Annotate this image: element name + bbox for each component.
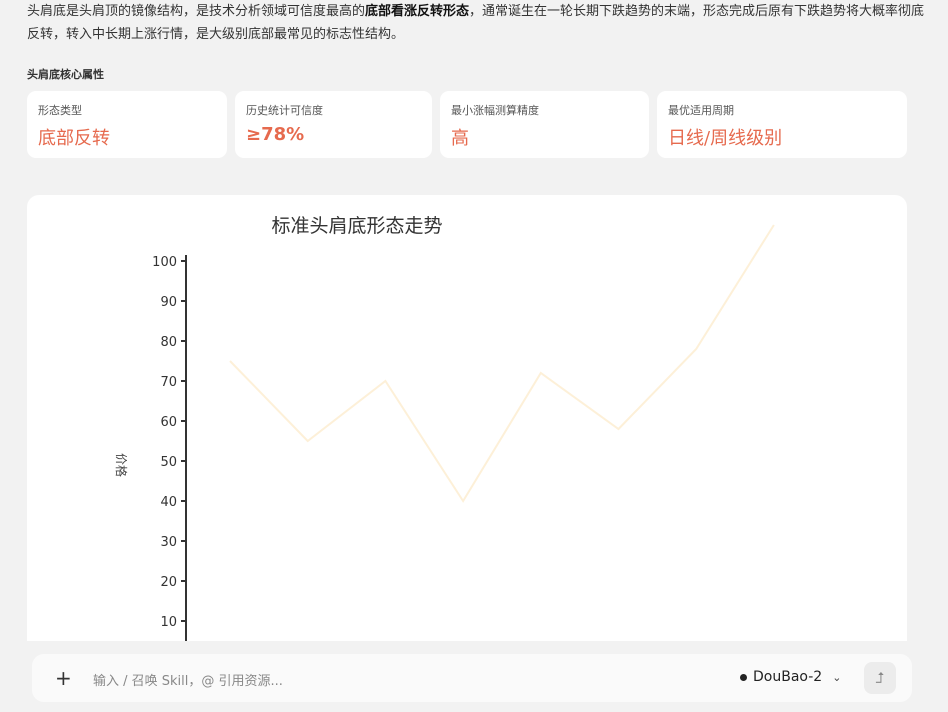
- card-value: ≥78%: [246, 124, 305, 145]
- y-tick-label: 50: [160, 455, 177, 470]
- attribute-card-reliability: 历史统计可信度 ≥78%: [235, 91, 432, 158]
- y-tick-label: 20: [160, 575, 177, 590]
- card-value: 底部反转: [38, 128, 110, 149]
- y-tick-label: 70: [160, 375, 177, 390]
- attribute-card-precision: 最小涨幅测算精度 高: [440, 91, 649, 158]
- y-tick-label: 100: [152, 255, 177, 270]
- send-button[interactable]: ⮥: [864, 662, 896, 694]
- line-chart: 标准头肩底形态走势 价格 10 20 30 40 50 60 70 80 90 100: [114, 215, 775, 665]
- attribute-card-period: 最优适用周期 日线/周线级别: [657, 91, 907, 158]
- card-label: 形态类型: [38, 104, 82, 117]
- y-tick-label: 40: [160, 495, 177, 510]
- card-label: 最小涨幅测算精度: [451, 104, 539, 117]
- card-label: 最优适用周期: [668, 104, 734, 117]
- y-tick-label: 90: [160, 295, 177, 310]
- card-value: 高: [451, 128, 469, 149]
- intro-highlight: 底部看涨反转形态: [365, 4, 470, 19]
- add-attachment-button[interactable]: +: [55, 666, 72, 690]
- attribute-card-type: 形态类型 底部反转: [27, 91, 227, 158]
- chevron-down-icon: ⌄: [832, 670, 842, 684]
- chart-card: 标准头肩底形态走势 价格 10 20 30 40 50 60 70 80 90 100: [27, 195, 907, 665]
- series-line: [229, 224, 775, 503]
- chart-title: 标准头肩底形态走势: [271, 215, 442, 237]
- model-selector[interactable]: DouBao-2 ⌄: [740, 669, 841, 685]
- status-dot-icon: [740, 673, 747, 681]
- y-tick-label: 30: [160, 535, 177, 550]
- intro-text-1: 头肩底是头肩顶的镜像结构，是技术分析领域可信度最高的: [27, 4, 366, 19]
- y-tick-label: 80: [160, 335, 177, 350]
- intro-paragraph: 头肩底是头肩顶的镜像结构，是技术分析领域可信度最高的底部看涨反转形态，通常诞生在…: [27, 0, 927, 46]
- section-title: 头肩底核心属性: [27, 68, 104, 81]
- y-axis-label: 价格: [114, 453, 129, 477]
- card-label: 历史统计可信度: [246, 104, 323, 117]
- y-tick-label: 60: [160, 415, 177, 430]
- model-name: DouBao-2: [753, 669, 823, 685]
- chat-input-placeholder[interactable]: 输入 / 召唤 Skill，@ 引用资源...: [93, 670, 283, 689]
- y-tick-label: 10: [160, 615, 177, 630]
- card-value: 日线/周线级别: [668, 128, 783, 149]
